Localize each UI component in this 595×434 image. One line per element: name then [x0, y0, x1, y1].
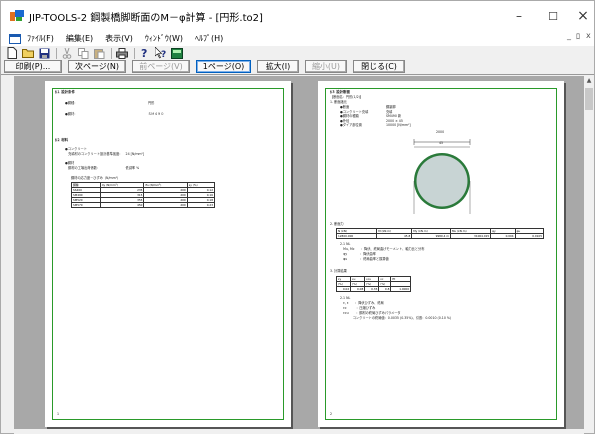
table-title: 鋼材の応力度－ひずみ（N/mm²）	[71, 176, 121, 180]
section-title: §１ 設計条件	[55, 90, 75, 94]
dimension-label: 45	[439, 141, 444, 145]
document-icon[interactable]	[9, 33, 21, 44]
scroll-up-icon[interactable]: ▲	[585, 77, 593, 85]
window-title: JIP-TOOLS-2 鋼製橋脚断面のM－φ計算 - [円形.to2]	[29, 12, 263, 24]
maximize-button[interactable]: ☐	[538, 5, 568, 27]
close-preview-button[interactable]: 閉じる(C)	[353, 60, 405, 73]
scroll-thumb[interactable]	[585, 88, 593, 110]
toolbar: ? ?	[1, 46, 594, 60]
toolbar-separator	[134, 47, 135, 59]
menu-view[interactable]: 表示(V)	[105, 33, 133, 44]
table-cell: 0.0105	[514, 233, 545, 239]
table-cell: 0.35	[364, 286, 380, 292]
page-footer: 1	[57, 412, 60, 416]
text-line: 2. 断面力	[330, 222, 344, 226]
text-line: ●鋼種：	[65, 101, 78, 105]
mdi-minimize-button[interactable]: _	[567, 31, 571, 40]
text-value: ＳＭ４９０	[148, 112, 164, 116]
preview-navbar: 印刷(P)... 次ページ(N) 前ページ(V) 1ページ(O) 拡大(I) 縮…	[1, 59, 594, 75]
table-cell: 0.02	[335, 286, 352, 292]
text-line: ●鋼材：	[65, 112, 78, 116]
dimension-label: 2000	[436, 130, 445, 134]
copy-icon[interactable]	[76, 47, 90, 59]
next-page-button[interactable]: 次ページ(N)	[68, 60, 126, 73]
preview-page-2: §３ 設計断面 【断面名：円形(1/2)】 1. 断面諸元 ●断面 鋼製脚 ●コ…	[318, 81, 564, 427]
title-bar: JIP-TOOLS-2 鋼製橋脚断面のM－φ計算 - [円形.to2] – ☐ …	[1, 1, 594, 31]
zoom-in-button[interactable]: 拡大(I)	[257, 60, 299, 73]
zoom-out-button[interactable]: 縮小(U)	[305, 60, 347, 73]
mdi-restore-button[interactable]: ﾛ	[576, 31, 580, 42]
material-table: 鋼種 σy (N/mm²) Es (N/mm²) εy (%) SS400 23…	[71, 182, 216, 208]
table-row: SM570 450 200 0.23	[71, 202, 216, 208]
menu-edit[interactable]: 編集(E)	[66, 33, 93, 44]
horizontal-scrollbar[interactable]	[14, 429, 584, 434]
calc-icon[interactable]	[170, 47, 184, 59]
new-file-icon[interactable]	[5, 47, 19, 59]
result-table: εy εu εcu εc Et (%) (%) (%) (%) 0.02 0.0…	[335, 276, 411, 292]
menu-help[interactable]: ﾍﾙﾌﾟ(H)	[195, 33, 223, 44]
table-cell: 0.23	[186, 202, 216, 208]
mdi-close-button[interactable]: x	[586, 31, 591, 40]
table-cell: 450	[99, 202, 145, 208]
menu-file[interactable]: ﾌｧｲﾙ(F)	[27, 33, 54, 44]
text-value: 10000 [N/mm²]	[386, 123, 411, 127]
text-line: 充填材のコンクリート設計基準強度： 24 [N/mm²]	[65, 152, 145, 156]
table-cell: 45.8	[376, 233, 413, 239]
menu-bar: ﾌｧｲﾙ(F) 編集(E) 表示(V) ｳｨﾝﾄﾞｳ(W) ﾍﾙﾌﾟ(H) _ …	[1, 31, 594, 46]
print-button[interactable]: 印刷(P)...	[4, 60, 62, 73]
print-preview-area[interactable]: §１ 設計条件 ●鋼種： 円形 ●鋼材： ＳＭ４９０ §２ 材料 ●コンクリート…	[14, 76, 584, 429]
toolbar-separator	[111, 47, 112, 59]
table-cell: 0.8	[378, 286, 392, 292]
table-cell: 0.08	[350, 286, 366, 292]
note-line: φu ：終局曲率と換算値	[340, 257, 389, 261]
vertical-scrollbar[interactable]: ▲	[584, 76, 594, 429]
help-icon[interactable]: ?	[138, 47, 152, 59]
table-cell: SM570	[71, 202, 101, 208]
table-cell: 1.0000	[390, 286, 411, 292]
open-folder-icon[interactable]	[21, 47, 35, 59]
svg-text:?: ?	[161, 50, 166, 59]
paste-icon[interactable]	[92, 47, 106, 59]
one-page-button[interactable]: 1ページ(O)	[196, 60, 251, 73]
save-icon[interactable]	[37, 47, 51, 59]
menu-window[interactable]: ｳｨﾝﾄﾞｳ(W)	[145, 33, 183, 44]
preview-page-1: §１ 設計条件 ●鋼種： 円形 ●鋼材： ＳＭ４９０ §２ 材料 ●コンクリート…	[45, 81, 291, 427]
svg-text:?: ?	[141, 47, 147, 59]
page-frame	[52, 88, 284, 420]
context-help-icon[interactable]: ?	[154, 47, 168, 59]
toolbar-separator	[56, 47, 57, 59]
table-row: 12800.000 45.8 9989.4 m 31004.015 0.004 …	[335, 233, 545, 239]
text-line: ●ダイア部位置	[340, 123, 362, 127]
section-title: §２ 材料	[55, 138, 69, 142]
section-force-table: N (kN) M (kN·m) My (kN·m) Mu (kN·m) φy φ…	[335, 228, 545, 239]
cut-icon[interactable]	[60, 47, 74, 59]
circular-section-diagram	[413, 139, 471, 214]
table-cell: 12800.000	[335, 233, 378, 239]
minimize-button[interactable]: –	[504, 5, 534, 27]
table-cell: 9989.4 m	[411, 233, 451, 239]
table-cell: 31004.015	[449, 233, 492, 239]
app-icon	[10, 10, 24, 21]
print-icon[interactable]	[115, 47, 129, 59]
text-value: 円形	[148, 101, 155, 105]
text-line: 3. 計算結果	[330, 269, 347, 273]
prev-page-button[interactable]: 前ページ(V)	[132, 60, 190, 73]
table-cell: 200	[143, 202, 188, 208]
close-button[interactable]: ×	[568, 5, 595, 27]
table-cell: 0.004	[490, 233, 516, 239]
app-window: JIP-TOOLS-2 鋼製橋脚断面のM－φ計算 - [円形.to2] – ☐ …	[0, 0, 595, 434]
note-line: コンクリートの終局値：0.0035 (0.35%)、引張：0.0010 (0.1…	[340, 316, 452, 320]
text-line: 鋼材の工場出荷係数： 低減率 %	[65, 166, 140, 170]
table-row: 0.02 0.08 0.35 0.8 1.0000	[335, 286, 411, 292]
page-footer: 2	[330, 412, 333, 416]
